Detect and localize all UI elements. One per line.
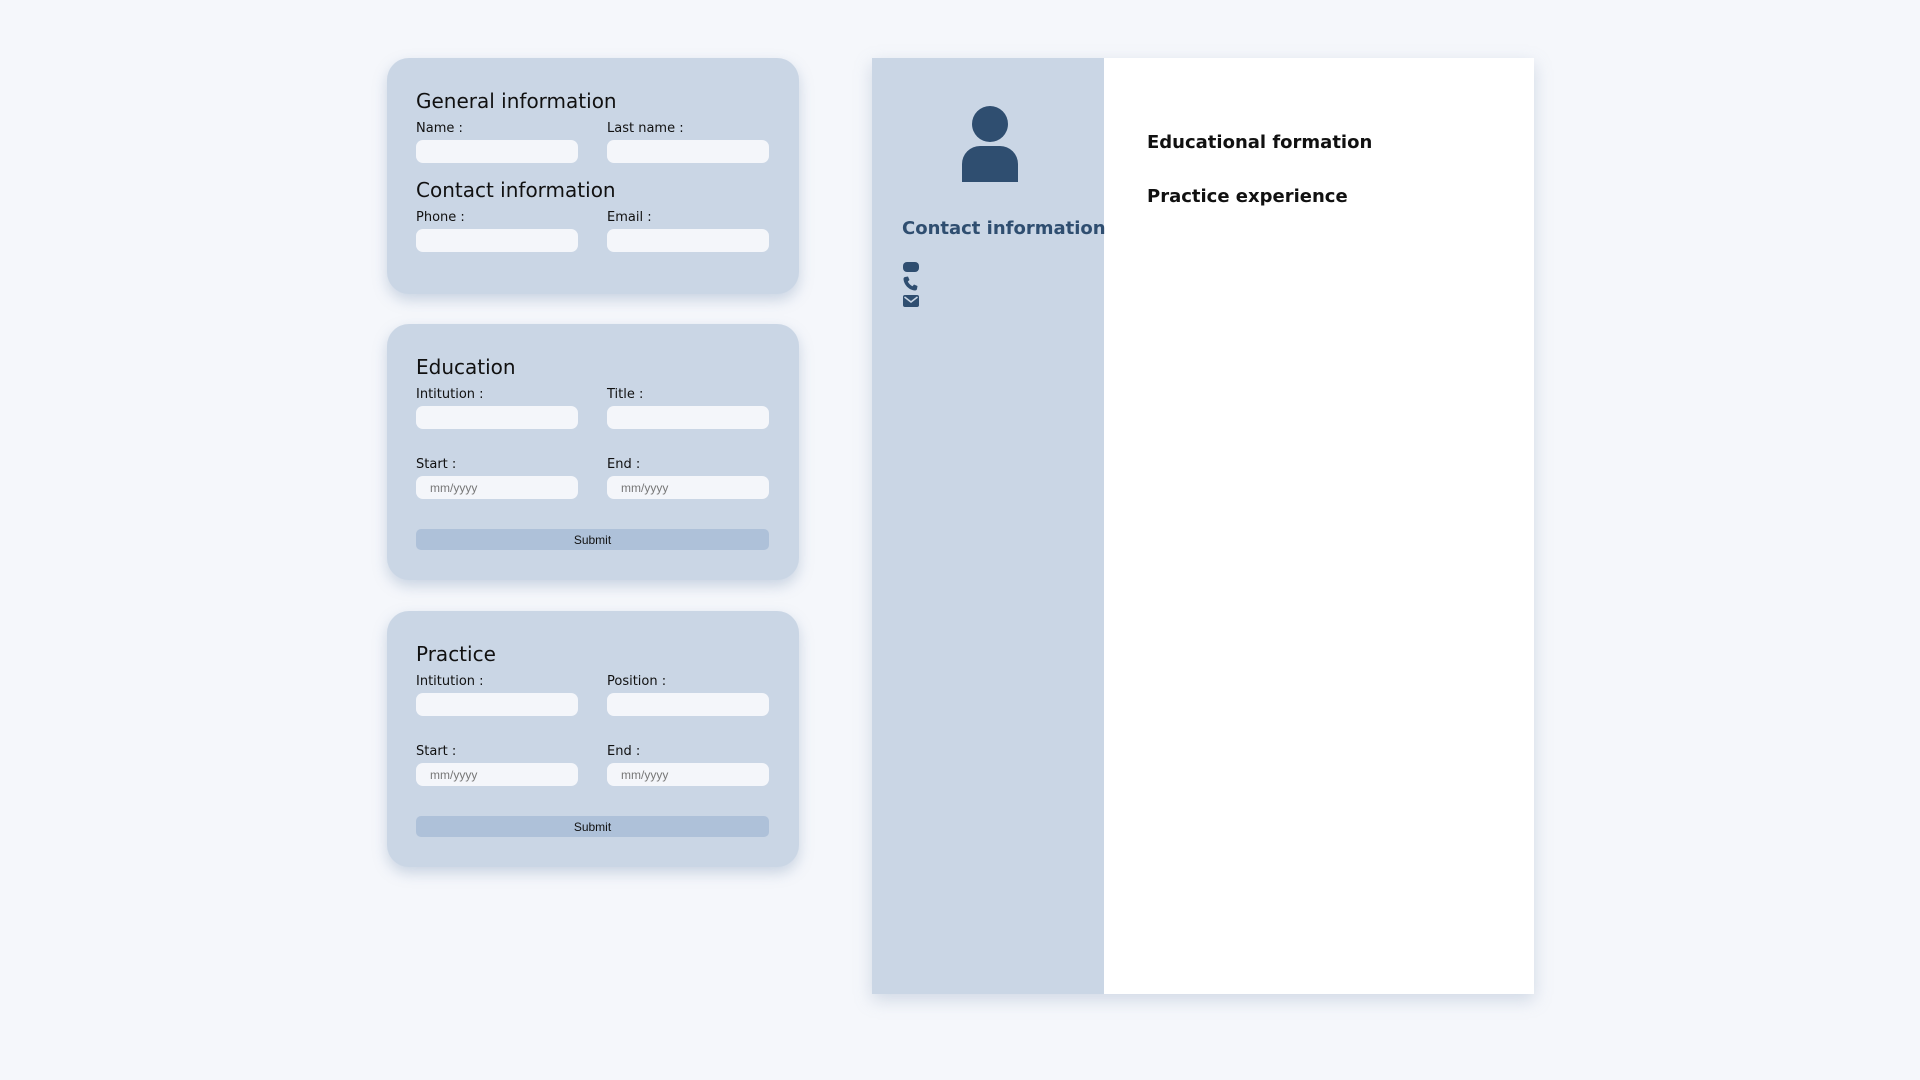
email-label: Email : — [607, 210, 652, 225]
email-input[interactable] — [607, 229, 769, 252]
education-card: Education Intitution : Title : Start : E… — [387, 324, 799, 580]
practice-card: Practice Intitution : Position : Start :… — [387, 611, 799, 867]
practice-institution-input[interactable] — [416, 693, 578, 716]
cv-sidebar: Contact information — [872, 58, 1106, 994]
education-title-label: Title : — [607, 387, 644, 402]
practice-title: Practice — [416, 642, 496, 666]
practice-position-field: Position : — [607, 667, 769, 716]
education-start-input[interactable] — [416, 476, 578, 499]
name-row: Name : Last name : — [416, 114, 770, 163]
practice-start-input[interactable] — [416, 763, 578, 786]
cv-contact-item — [903, 275, 925, 292]
education-end-field: End : — [607, 429, 769, 499]
education-submit-button[interactable]: Submit — [416, 529, 769, 550]
cv-preview: Contact information Educational formatio… — [872, 58, 1534, 994]
education-title-field: Title : — [607, 380, 769, 429]
phone-icon — [903, 276, 918, 291]
name-label: Name : — [416, 121, 463, 136]
education-institution-input[interactable] — [416, 406, 578, 429]
phone-label: Phone : — [416, 210, 465, 225]
id-card-icon — [903, 261, 919, 272]
cv-contact-list — [903, 258, 925, 309]
cv-contact-title: Contact information — [902, 218, 1106, 239]
name-field: Name : — [416, 114, 578, 163]
practice-submit-button[interactable]: Submit — [416, 816, 769, 837]
cv-contact-item — [903, 292, 925, 309]
practice-row-1: Intitution : Position : — [416, 667, 770, 716]
cv-contact-item — [903, 258, 925, 275]
education-row-1: Intitution : Title : — [416, 380, 770, 429]
general-info-title: General information — [416, 89, 617, 113]
name-input[interactable] — [416, 140, 578, 163]
lastname-label: Last name : — [607, 121, 684, 136]
email-field: Email : — [607, 203, 769, 252]
educational-formation-heading: Educational formation — [1147, 132, 1373, 153]
practice-position-input[interactable] — [607, 693, 769, 716]
education-end-input[interactable] — [607, 476, 769, 499]
contact-row: Phone : Email : — [416, 203, 770, 252]
cv-main: Educational formation Practice experienc… — [1104, 58, 1534, 994]
practice-end-label: End : — [607, 744, 641, 759]
education-row-2: Start : End : — [416, 429, 770, 499]
user-avatar-icon — [962, 106, 1018, 182]
practice-experience-heading: Practice experience — [1147, 186, 1348, 207]
practice-start-field: Start : — [416, 716, 578, 786]
general-info-card: General information Name : Last name : C… — [387, 58, 799, 294]
contact-info-title: Contact information — [416, 178, 616, 202]
practice-institution-field: Intitution : — [416, 667, 578, 716]
education-start-field: Start : — [416, 429, 578, 499]
education-title: Education — [416, 355, 516, 379]
phone-field: Phone : — [416, 203, 578, 252]
phone-input[interactable] — [416, 229, 578, 252]
education-end-label: End : — [607, 457, 641, 472]
app-root: General information Name : Last name : C… — [0, 0, 1920, 1080]
lastname-input[interactable] — [607, 140, 769, 163]
practice-end-field: End : — [607, 716, 769, 786]
education-start-label: Start : — [416, 457, 457, 472]
practice-row-2: Start : End : — [416, 716, 770, 786]
practice-position-label: Position : — [607, 674, 667, 689]
education-title-input[interactable] — [607, 406, 769, 429]
education-institution-field: Intitution : — [416, 380, 578, 429]
envelope-icon — [903, 294, 919, 307]
practice-end-input[interactable] — [607, 763, 769, 786]
practice-start-label: Start : — [416, 744, 457, 759]
education-institution-label: Intitution : — [416, 387, 484, 402]
practice-institution-label: Intitution : — [416, 674, 484, 689]
lastname-field: Last name : — [607, 114, 769, 163]
